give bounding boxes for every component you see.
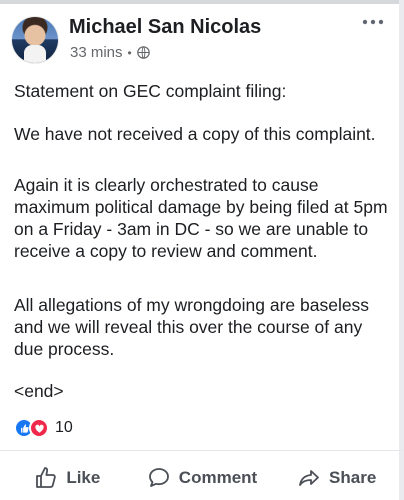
post-paragraph: All allegations of my wrongdoing are bas… bbox=[14, 295, 370, 359]
more-options-icon[interactable] bbox=[362, 18, 384, 26]
avatar[interactable] bbox=[12, 17, 58, 63]
comment-button[interactable]: Comment bbox=[135, 460, 270, 496]
love-reaction-icon bbox=[29, 418, 49, 438]
globe-icon bbox=[136, 46, 150, 59]
like-button[interactable]: Like bbox=[0, 460, 135, 496]
post-paragraph: We have not received a copy of this comp… bbox=[14, 124, 376, 144]
share-label: Share bbox=[329, 468, 377, 487]
top-strip bbox=[0, 0, 404, 4]
divider bbox=[0, 450, 404, 451]
meta-separator: • bbox=[127, 45, 132, 60]
reaction-summary[interactable]: 10 bbox=[14, 418, 73, 438]
comment-label: Comment bbox=[178, 468, 258, 487]
like-label: Like bbox=[66, 468, 101, 487]
post-actions: Like Comment Share bbox=[0, 460, 404, 496]
reaction-count[interactable]: 10 bbox=[55, 419, 73, 437]
right-edge bbox=[399, 0, 404, 500]
post-paragraph: <end> bbox=[14, 381, 64, 401]
post-paragraph: Statement on GEC complaint filing: bbox=[14, 81, 287, 101]
post-meta: 33 mins • bbox=[70, 44, 150, 61]
share-button[interactable]: Share bbox=[269, 460, 404, 496]
comment-icon bbox=[148, 468, 169, 487]
share-icon bbox=[299, 470, 319, 486]
author-name[interactable]: Michael San Nicolas bbox=[69, 16, 261, 39]
thumbs-up-icon bbox=[36, 467, 57, 488]
post-time[interactable]: 33 mins bbox=[70, 44, 123, 61]
post-paragraph: Again it is clearly orchestrated to caus… bbox=[14, 175, 388, 261]
